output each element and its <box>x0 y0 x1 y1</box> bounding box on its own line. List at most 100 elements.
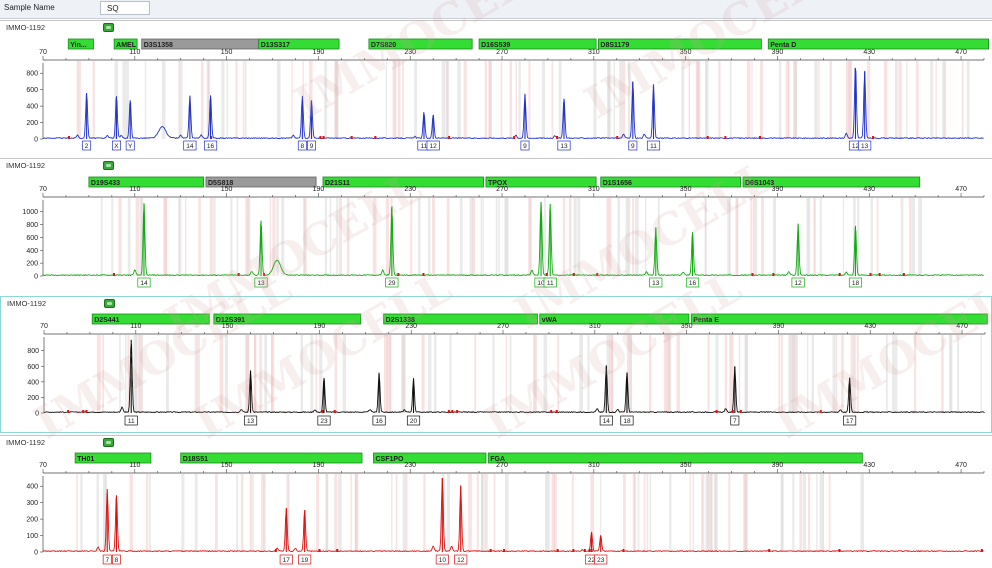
allele-bin <box>692 474 695 552</box>
allele-bin <box>950 335 953 413</box>
y-tick-label: 200 <box>26 517 38 524</box>
allele-bin <box>657 198 660 276</box>
allele-bin <box>463 61 467 139</box>
y-tick-label: 800 <box>26 222 38 229</box>
allele-bin <box>816 474 818 552</box>
allele-bin <box>630 335 633 413</box>
allele-bin <box>573 198 577 276</box>
pullup-mark <box>556 549 559 552</box>
allele-bin <box>744 474 748 552</box>
allele-bin <box>125 335 127 413</box>
x-tick-label: 350 <box>680 462 692 469</box>
allele-bin <box>484 61 487 139</box>
allele-bin <box>127 198 131 276</box>
allele-bin <box>788 335 792 413</box>
allele-bin <box>336 198 339 276</box>
allele-bin <box>715 335 719 413</box>
allele-bin <box>96 335 101 413</box>
allele-bin <box>898 61 902 139</box>
allele-label: 14 <box>186 143 194 150</box>
allele-bin <box>544 198 546 276</box>
x-tick-label: 350 <box>681 323 693 330</box>
allele-bin <box>607 61 611 139</box>
allele-bin <box>383 335 386 413</box>
allele-bin <box>663 335 667 413</box>
allele-bin <box>336 61 339 139</box>
allele-bin <box>300 335 304 413</box>
pullup-mark <box>980 549 983 552</box>
allele-bin <box>118 198 122 276</box>
allele-bin <box>799 474 802 552</box>
allele-bin <box>819 474 824 552</box>
allele-bin <box>119 335 121 413</box>
allele-bin <box>906 61 908 139</box>
x-tick-label: 310 <box>588 186 600 193</box>
allele-bin <box>315 335 318 413</box>
allele-label: 19 <box>301 557 309 564</box>
allele-bin <box>329 198 332 276</box>
allele-bin <box>291 61 293 139</box>
allele-label: 12 <box>430 143 438 150</box>
allele-bin <box>100 198 103 276</box>
electropherogram-panel-green: IMMO-1192 D19S433 D5S818 D21S11 TPOX D1S1656… <box>0 158 992 294</box>
electropherogram-chart: D2S441 D12S391 D2S1338 vWA Penta E70 110 150 19… <box>27 313 988 426</box>
marker-label: vWA <box>542 317 557 324</box>
allele-bin <box>848 61 852 139</box>
allele-bin <box>492 335 495 413</box>
allele-bin <box>148 474 151 552</box>
marker-label: D16S539 <box>481 42 510 49</box>
allele-bin <box>696 61 701 139</box>
allele-bin <box>240 474 244 552</box>
allele-bin <box>557 335 560 413</box>
allele-bin <box>541 61 546 139</box>
allele-bin <box>593 61 597 139</box>
allele-bin <box>911 198 915 276</box>
allele-bin <box>481 474 485 552</box>
allele-bin <box>244 61 247 139</box>
allele-bin <box>342 335 346 413</box>
allele-label: 23 <box>320 418 328 425</box>
allele-label: 9 <box>631 143 635 150</box>
allele-bin <box>914 335 917 413</box>
allele-bin <box>498 198 500 276</box>
electropherogram-panel-black: IMMO-1192 D2S441 D12S391 D2S1338 vWA Penta E… <box>0 296 992 433</box>
pullup-mark <box>318 549 321 552</box>
allele-bin <box>528 61 531 139</box>
allele-label: 13 <box>560 143 568 150</box>
allele-bin <box>728 474 731 552</box>
allele-bin <box>230 198 233 276</box>
allele-label: 16 <box>689 280 697 287</box>
allele-bin <box>759 61 763 139</box>
pullup-mark <box>768 549 771 552</box>
x-tick-label: 190 <box>313 186 325 193</box>
pullup-mark <box>819 410 822 413</box>
allele-label: 17 <box>846 418 854 425</box>
y-tick-label: 600 <box>27 364 39 371</box>
x-tick-label: 70 <box>40 323 48 330</box>
allele-bin <box>178 61 180 139</box>
pullup-mark <box>838 549 841 552</box>
marker-label: D8S1179 <box>600 42 629 49</box>
allele-bin <box>334 61 337 139</box>
pullup-mark <box>68 136 71 139</box>
sample-name-field[interactable]: SQ <box>100 1 150 15</box>
y-tick-label: 0 <box>34 137 38 144</box>
pullup-mark <box>82 410 85 413</box>
electropherogram-panel-red: IMMO-1192 TH01 D18S51 CSF1PO FGA 70 110 150 190… <box>0 435 992 567</box>
allele-label: 17 <box>283 557 291 564</box>
allele-bin <box>209 198 213 276</box>
pullup-mark <box>588 549 591 552</box>
allele-bin <box>571 474 574 552</box>
sample-header: Sample Name SQ <box>0 0 992 19</box>
allele-bin <box>427 335 432 413</box>
allele-bin <box>619 61 623 139</box>
marker-label: AMEL <box>116 42 137 49</box>
allele-bin <box>792 474 795 552</box>
pullup-mark <box>869 273 872 276</box>
allele-label: 20 <box>410 418 418 425</box>
allele-bin <box>622 61 626 139</box>
x-tick-label: 470 <box>955 186 967 193</box>
allele-bin <box>829 61 832 139</box>
x-tick-label: 190 <box>314 323 326 330</box>
y-tick-label: 600 <box>26 235 38 242</box>
